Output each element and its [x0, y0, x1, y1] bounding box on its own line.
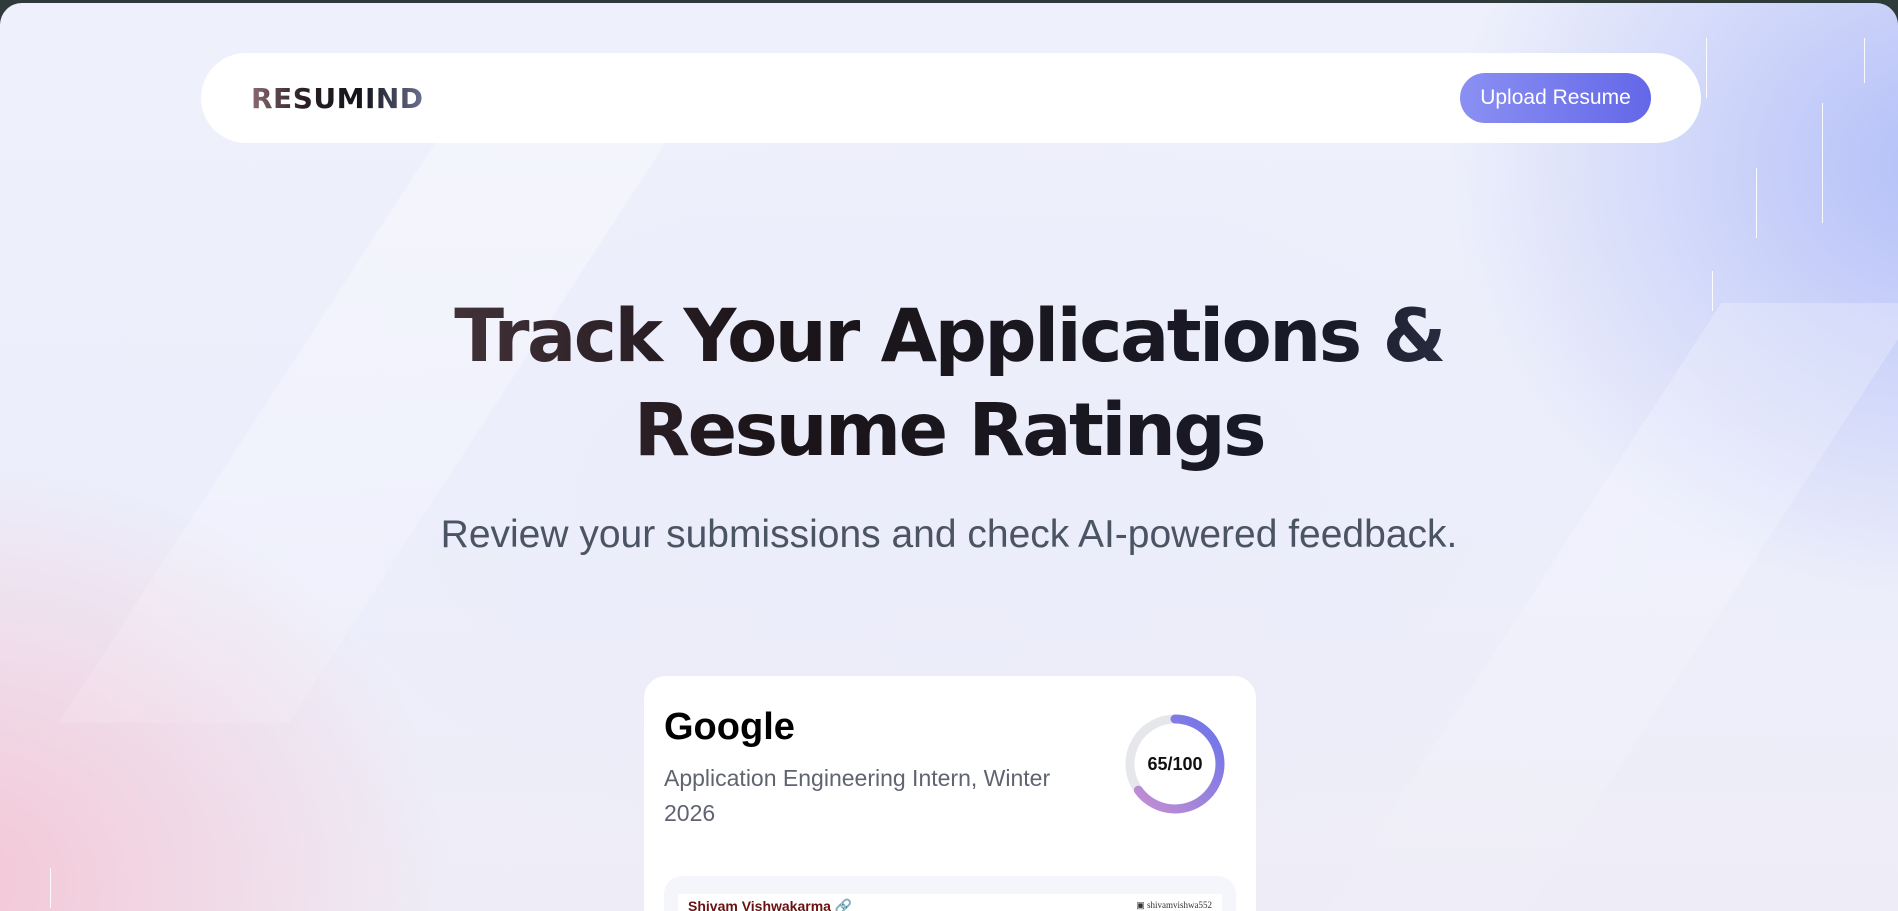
page-title: Track Your Applications & Resume Ratings — [0, 290, 1898, 478]
decorative-line — [1864, 38, 1865, 83]
resume-preview-contact: ▣ shivamvishwa552 — [1136, 900, 1212, 910]
decorative-line — [50, 868, 51, 908]
page-title-line-1: Track Your Applications & — [454, 294, 1444, 379]
upload-resume-button[interactable]: Upload Resume — [1460, 73, 1651, 123]
logo[interactable]: RESUMIND — [251, 82, 424, 115]
navbar: RESUMIND Upload Resume — [201, 53, 1701, 143]
resume-preview-document: Shivam Vishwakarma 🔗 ▣ shivamvishwa552 — [678, 894, 1222, 911]
page-subtitle: Review your submissions and check AI-pow… — [440, 513, 1458, 556]
resume-card[interactable]: Google Application Engineering Intern, W… — [644, 676, 1256, 911]
resume-preview[interactable]: Shivam Vishwakarma 🔗 ▣ shivamvishwa552 — [664, 876, 1236, 911]
decorative-line — [1822, 103, 1823, 223]
decorative-line — [1756, 168, 1757, 238]
email-icon: ▣ — [1136, 900, 1145, 910]
landing-page: RESUMIND Upload Resume Track Your Applic… — [0, 3, 1898, 911]
job-title: Application Engineering Intern, Winter 2… — [664, 765, 1051, 826]
decorative-line — [1706, 38, 1707, 98]
link-icon: 🔗 — [834, 898, 853, 911]
score-label: 65/100 — [1147, 753, 1203, 774]
resume-preview-name: Shivam Vishwakarma 🔗 — [688, 898, 852, 911]
page-title-line-2: Resume Ratings — [633, 388, 1265, 473]
company-name: Google — [664, 706, 795, 748]
